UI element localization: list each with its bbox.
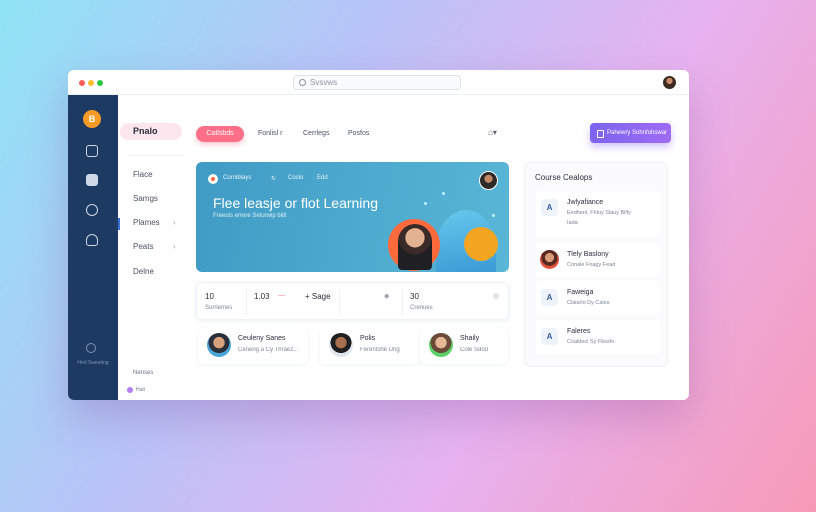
sidebar-nav: Pnalo Flace Samgs Plames › Peats › Delne… (118, 95, 194, 400)
sidebar-item-label: Peats (133, 242, 154, 251)
course-sub: Clalarlo Dy Calos (567, 300, 610, 306)
nav-footer-item[interactable]: Huit (127, 387, 145, 393)
stats-bar: 10 Surriemes 1.03 — + Sage ◆ 30 Crenues … (196, 282, 509, 320)
nav-footer-title: Nenses (133, 370, 154, 376)
maximize-window-button[interactable] (97, 80, 103, 86)
course-sub-2: Iada (567, 220, 578, 226)
course-item-1[interactable]: A Jwlyafiance Eedhenl, Fhluy Slauy Bilfy… (536, 191, 660, 237)
course-sub: Coaldecl Sy Fbssfo (567, 339, 615, 345)
sidebar-item-4[interactable]: Peats › (133, 242, 176, 251)
app-window: Svsvws B Hed Sweeting Pnalo Flace Samgs … (68, 70, 689, 400)
gauge-icon: ◎ (493, 293, 500, 300)
user-avatar[interactable] (663, 76, 676, 89)
person-card-1[interactable]: Ceuleny Sanes Cenerig a Cy Thraez... (198, 328, 308, 364)
sidebar-item-1[interactable]: Flace (133, 170, 153, 179)
stat-value-3: + Sage (305, 292, 331, 301)
hero-title: Flee leasje or flot Learning (213, 195, 378, 211)
home-icon[interactable] (86, 234, 98, 246)
tab-1[interactable]: Catlsbds (196, 126, 244, 142)
nav-divider (128, 155, 184, 156)
chevron-right-icon: › (173, 242, 176, 251)
course-name: Faleres (567, 328, 591, 335)
avatar (207, 333, 231, 357)
close-window-button[interactable] (79, 80, 85, 86)
panel-title: Course Cealops (535, 173, 593, 182)
course-name: Faweiga (567, 289, 594, 296)
grid-icon[interactable] (86, 145, 98, 157)
tab-3[interactable]: Cerrlegs (303, 126, 339, 142)
stat-divider (246, 289, 247, 315)
rail-bottom-label: Hed Sweeting (77, 360, 109, 366)
sparkle-icon (442, 192, 445, 195)
sidebar-item-label: Samgs (133, 194, 158, 203)
person-role: Cole Sdod (460, 347, 489, 353)
calendar-icon[interactable] (86, 174, 98, 186)
sparkle-icon (492, 214, 495, 217)
hero-subtitle: Freests errere Seturwip biitl (213, 213, 287, 219)
search-placeholder: Svsvws (310, 78, 338, 87)
hero-illustration-person (398, 224, 432, 270)
help-icon[interactable] (86, 343, 96, 353)
sparkle-icon (424, 202, 427, 205)
hero-decoration-circle (464, 227, 498, 261)
person-role: Ferentshe Ung (360, 347, 400, 353)
sidebar-item-label: Delne (133, 267, 154, 276)
minimize-window-button[interactable] (88, 80, 94, 86)
sidebar-item-2[interactable]: Samgs (133, 194, 158, 203)
person-name: Ceuleny Sanes (238, 335, 286, 342)
app-logo[interactable]: B (83, 110, 101, 128)
person-card-2[interactable]: Polis Ferentshe Ung (320, 328, 420, 364)
course-name: Jwlyafiance (567, 199, 604, 206)
gem-icon: ◆ (384, 293, 390, 300)
hero-avatar[interactable] (479, 171, 498, 190)
stat-divider (402, 289, 403, 315)
stat-value-2: 1.03 (254, 292, 270, 301)
course-item-4[interactable]: A Faleres Coaldecl Sy Fbssfo (536, 320, 660, 354)
nav-title[interactable]: Pnalo (120, 123, 182, 140)
hero-banner: Corniblays ↻ Coslo Edd Flee leasje or fl… (196, 162, 509, 272)
avatar (429, 333, 453, 357)
title-bar: Svsvws (68, 70, 689, 95)
icon-rail: B Hed Sweeting (68, 95, 118, 400)
tab-2[interactable]: Fonlisl r (258, 126, 294, 142)
sidebar-item-5[interactable]: Delne (133, 267, 154, 276)
hero-crumb-2: ↻ (271, 176, 277, 182)
search-input[interactable]: Svsvws (293, 75, 461, 90)
person-name: Polis (360, 335, 376, 342)
sidebar-item-label: Flace (133, 170, 153, 179)
stat-divider (339, 289, 340, 315)
course-name: Tlely Baslony (567, 251, 609, 258)
course-item-2[interactable]: Tlely Baslony Conale Fnagy Fead (536, 243, 660, 277)
stat-value-1: 10 (205, 292, 214, 301)
stat-label-1: Surriemes (205, 305, 233, 311)
course-item-3[interactable]: A Faweiga Clalarlo Dy Calos (536, 281, 660, 315)
person-role: Cenerig a Cy Thraez... (238, 347, 299, 353)
person-card-3[interactable]: Shaily Cole Sdod (420, 328, 508, 364)
tab-4[interactable]: Posfos (348, 126, 380, 142)
avatar (329, 333, 353, 357)
course-panel: Course Cealops A Jwlyafiance Eedhenl, Fh… (524, 162, 668, 367)
course-icon: A (541, 289, 558, 306)
course-sub: Eedhenl, Fhluy Slauy Bilfy (567, 210, 631, 216)
avatar (540, 250, 559, 269)
course-icon: A (541, 199, 558, 216)
hero-crumb-4[interactable]: Edd (317, 175, 328, 181)
nav-active-indicator (118, 218, 120, 230)
hero-crumb-1[interactable]: Corniblays (223, 175, 251, 181)
primary-action-button[interactable]: Pahewry Sohnfohswar (590, 123, 671, 143)
hero-crumb-3[interactable]: Coslo (288, 175, 303, 181)
stat-label-4: Crenues (410, 305, 433, 311)
search-icon (299, 79, 306, 86)
globe-icon[interactable] (86, 204, 98, 216)
chevron-right-icon: › (173, 218, 176, 227)
filter-dropdown-icon[interactable]: ⌂▾ (488, 128, 497, 137)
trend-icon: — (278, 292, 285, 299)
course-sub: Conale Fnagy Fead (567, 262, 616, 268)
person-name: Shaily (460, 335, 480, 342)
brand-icon (208, 174, 218, 184)
stat-value-4: 30 (410, 292, 419, 301)
sidebar-item-label: Plames (133, 218, 160, 227)
sidebar-item-3[interactable]: Plames › (133, 218, 176, 227)
course-icon: A (541, 328, 558, 345)
